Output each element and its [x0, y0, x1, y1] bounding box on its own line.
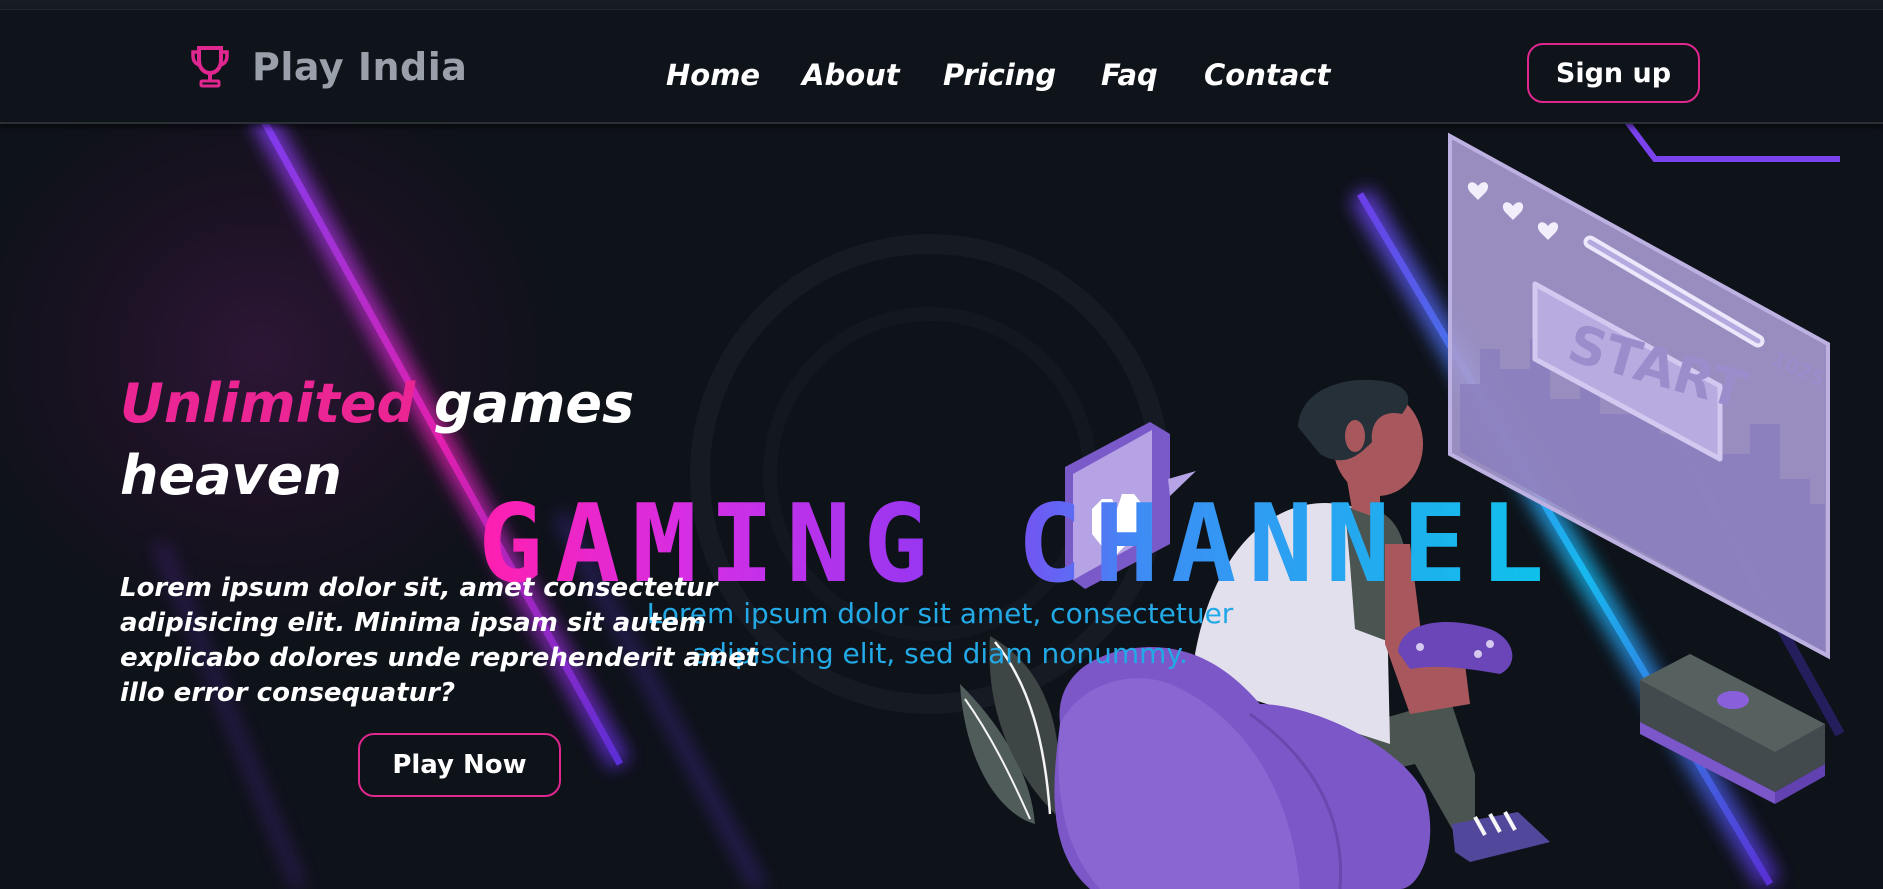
game-controller-icon: [1398, 622, 1513, 674]
trophy-icon: [191, 46, 229, 88]
nav-link-faq[interactable]: Faq: [1101, 58, 1158, 92]
nav-link-pricing[interactable]: Pricing: [943, 58, 1056, 92]
hero-headline: Unlimited games heaven: [120, 368, 634, 512]
play-now-button[interactable]: Play Now: [358, 733, 561, 797]
brand[interactable]: Play India: [190, 42, 467, 92]
headline-rest: games: [415, 372, 635, 435]
nav-link-home[interactable]: Home: [666, 58, 760, 92]
hero-description: Lorem ipsum dolor sit, amet consectetur …: [120, 573, 759, 708]
headline-line2: heaven: [120, 444, 342, 507]
signup-button[interactable]: Sign up: [1527, 43, 1700, 103]
headline-accent: Unlimited: [120, 372, 416, 435]
nav-link-about[interactable]: About: [802, 58, 900, 92]
nav-link-contact[interactable]: Contact: [1204, 58, 1330, 92]
game-console: [1640, 654, 1825, 804]
brand-name: Play India: [252, 45, 468, 89]
navbar: Play India Home About Pricing Faq Contac…: [0, 10, 1883, 124]
top-border: [0, 0, 1883, 10]
